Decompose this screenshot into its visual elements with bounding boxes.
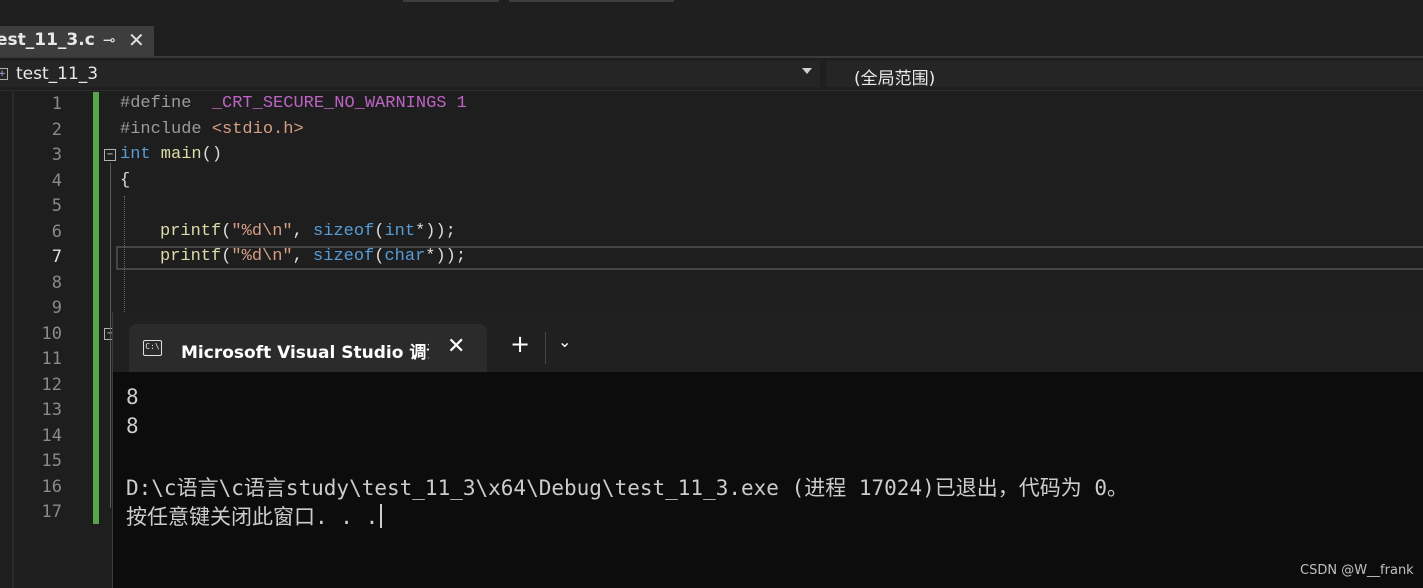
file-tab-label: est_11_3.c: [0, 30, 95, 50]
keyword: int: [120, 145, 151, 164]
console-output-line: D:\c语言\c语言study\test_11_3\x64\Debug\test…: [126, 476, 1129, 500]
keyword: char: [384, 247, 426, 266]
close-tab-icon[interactable]: ✕: [128, 28, 145, 52]
code-line-1: #define _CRT_SECURE_NO_WARNINGS 1: [120, 94, 467, 113]
keyword: sizeof: [313, 222, 375, 241]
global-scope-dropdown[interactable]: (全局范围): [826, 61, 1423, 89]
line-number: 1: [51, 94, 62, 114]
watermark: CSDN @W__frank: [1300, 563, 1414, 578]
include-header: <stdio.h>: [211, 120, 304, 139]
line-number: 8: [51, 273, 62, 293]
console-output-line: 8: [126, 385, 139, 409]
console-output-prompt: 按任意键关闭此窗口. . .: [126, 501, 383, 531]
line-number: 12: [41, 375, 62, 395]
macro-name: _CRT_SECURE_NO_WARNINGS: [211, 94, 447, 113]
line-number: 4: [51, 171, 62, 191]
console-icon: C:\: [143, 340, 162, 356]
line-number: 3: [51, 145, 62, 165]
project-scope-dropdown[interactable]: + test_11_3: [0, 61, 820, 87]
console-output-line: 8: [126, 414, 139, 438]
line-number: 11: [41, 349, 62, 369]
console-tab[interactable]: C:\ Microsoft Visual Studio 调试控制台 ✕: [129, 324, 487, 372]
line-number: 7: [51, 247, 62, 267]
title-bar: [0, 0, 1423, 24]
keyword: sizeof: [313, 247, 375, 266]
line-number: 5: [51, 196, 62, 216]
preprocessor-directive: #define: [120, 94, 212, 113]
chevron-down-icon[interactable]: ⌄: [558, 332, 571, 351]
navigation-bar: + test_11_3 (全局范围): [0, 58, 1423, 91]
project-icon: +: [0, 68, 8, 80]
punctuation: (: [221, 247, 232, 266]
punctuation: *));: [425, 247, 467, 266]
punctuation: *));: [415, 222, 456, 241]
line-number: 14: [41, 426, 62, 446]
line-number: 16: [41, 477, 62, 497]
macro-value: 1: [446, 94, 467, 113]
preprocessor-directive: #include: [120, 120, 212, 139]
keyword: int: [384, 222, 416, 241]
string-literal: "%d\n": [231, 222, 293, 241]
function-name: main: [150, 145, 202, 164]
debug-console-window[interactable]: C:\ Microsoft Visual Studio 调试控制台 ✕ + ⌄ …: [112, 312, 1423, 588]
punctuation: (: [374, 247, 385, 266]
code-line-3: int main(): [120, 145, 222, 164]
change-tracking-bar: [93, 92, 99, 524]
line-number: 9: [51, 298, 62, 318]
function-call: printf: [160, 222, 222, 241]
line-number: 17: [41, 502, 62, 522]
string-literal: "%d\n": [231, 247, 293, 266]
document-tab-strip: est_11_3.c ⊸ ✕: [0, 24, 1423, 58]
project-scope-label: test_11_3: [16, 64, 99, 84]
brace: {: [120, 171, 131, 190]
code-line-2: #include <stdio.h>: [120, 120, 304, 139]
punctuation: (: [221, 222, 232, 241]
line-number: 6: [51, 222, 62, 242]
chevron-down-icon: [802, 68, 812, 74]
punctuation: ,: [292, 247, 314, 266]
fold-region-line: [110, 163, 111, 508]
function-call: printf: [160, 247, 222, 266]
code-line-4: {: [120, 171, 130, 190]
fold-collapse-icon[interactable]: −: [104, 149, 116, 161]
pin-icon[interactable]: ⊸: [103, 31, 116, 49]
menu-stub: [403, 0, 499, 2]
code-line-7: printf("%d\n", sizeof(char*));: [160, 247, 466, 266]
console-prompt-text: 按任意键关闭此窗口. . .: [126, 505, 379, 529]
gutter-margin: [12, 91, 14, 588]
line-number: 15: [41, 451, 62, 471]
close-icon[interactable]: ✕: [447, 334, 465, 359]
code-line-6: printf("%d\n", sizeof(int*));: [160, 222, 456, 241]
menu-stub: [509, 0, 674, 2]
global-scope-label: (全局范围): [854, 69, 936, 89]
tab-divider: [545, 332, 546, 364]
text-cursor: [380, 504, 383, 528]
punctuation: (): [201, 145, 223, 164]
file-tab[interactable]: est_11_3.c ⊸ ✕: [0, 26, 154, 56]
line-number: 13: [41, 400, 62, 420]
line-number: 2: [51, 120, 62, 140]
indent-guide: [124, 196, 125, 316]
punctuation: ,: [292, 222, 314, 241]
console-tab-bar: C:\ Microsoft Visual Studio 调试控制台 ✕ + ⌄: [113, 312, 1423, 372]
line-number: 10: [41, 324, 62, 344]
console-tab-title: Microsoft Visual Studio 调试控制台: [181, 343, 429, 363]
punctuation: (: [374, 222, 385, 241]
new-tab-button[interactable]: +: [510, 330, 530, 358]
